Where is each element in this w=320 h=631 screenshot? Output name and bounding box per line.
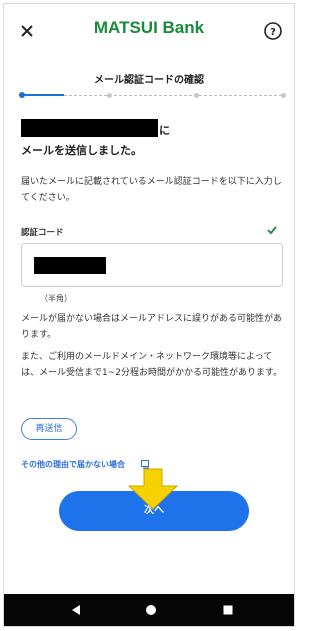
other-reason-link[interactable]: その他の理由で届かない場合	[21, 459, 125, 470]
help-button[interactable]: ?	[262, 20, 284, 42]
brand-name: MATSUI	[93, 18, 158, 37]
message-line1-suffix: に	[159, 124, 170, 137]
brand-logo: MATSUI Bank	[4, 18, 294, 38]
home-icon[interactable]	[145, 604, 157, 616]
step-dot-2	[107, 93, 112, 98]
code-input[interactable]	[21, 243, 283, 287]
step-dot-3	[194, 93, 199, 98]
step-dot-1	[19, 92, 25, 98]
help-icon: ?	[264, 22, 282, 40]
stepper-progress	[19, 94, 64, 96]
resend-button[interactable]: 再送信	[21, 418, 77, 440]
down-arrow-icon	[127, 468, 179, 510]
redacted-email	[21, 119, 158, 137]
check-icon	[267, 226, 277, 235]
step-dot-4	[281, 93, 286, 98]
message-description: 届いたメールに記載されているメール認証コードを以下に入力してください。	[21, 177, 282, 203]
app-header: MATSUI Bank ?	[4, 4, 294, 60]
brand-sub: Bank	[162, 18, 205, 37]
message-line2: メールを送信しました。	[21, 144, 142, 157]
code-label: 認証コード	[21, 228, 64, 238]
svg-text:?: ?	[270, 27, 276, 38]
back-icon[interactable]	[70, 604, 82, 616]
redacted-code	[34, 257, 106, 274]
app-screen: MATSUI Bank ? メール認証コードの確認 に メールを送信しました。 …	[3, 3, 295, 627]
notice-delay: また、ご利用のメールドメイン・ネットワーク環境等によっては、メール受信まで1~2…	[21, 352, 283, 378]
system-nav-bar	[4, 594, 294, 626]
notice-wrong-address: メールが届かない場合はメールアドレスに誤りがある可能性があります。	[21, 314, 283, 340]
progress-stepper	[19, 92, 286, 100]
code-hint: （半角）	[40, 294, 72, 303]
page-title: メール認証コードの確認	[94, 75, 204, 86]
recent-apps-icon[interactable]	[222, 604, 234, 616]
